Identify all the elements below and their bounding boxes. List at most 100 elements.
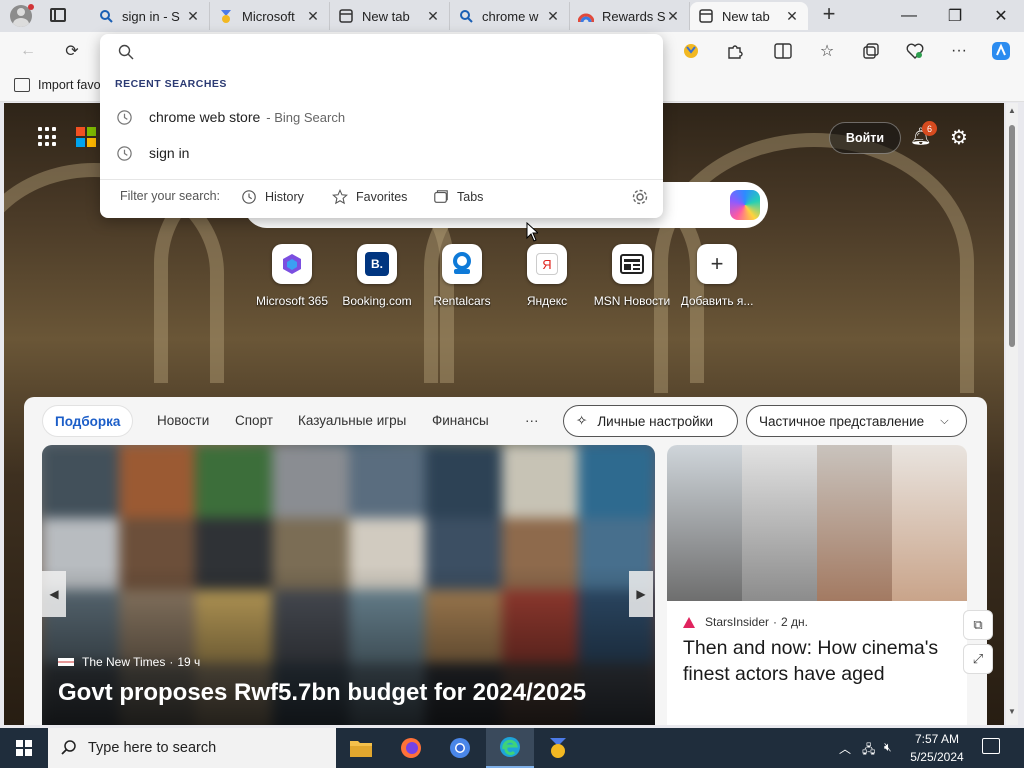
- tab-new-tab-1[interactable]: New tab ✕: [330, 2, 450, 30]
- feed-tab-sport[interactable]: Спорт: [235, 413, 273, 428]
- settings-gear-icon[interactable]: [631, 188, 649, 206]
- quick-link-yandex[interactable]: Я Яндекс: [504, 244, 590, 308]
- filter-favorites-button[interactable]: Favorites: [332, 186, 407, 208]
- split-screen-icon[interactable]: [771, 39, 795, 63]
- close-tab-icon[interactable]: ✕: [784, 8, 800, 25]
- tab-sign-in[interactable]: sign in - S ✕: [90, 2, 210, 30]
- notification-count-badge: 6: [922, 121, 937, 136]
- quick-link-booking[interactable]: B. Booking.com: [334, 244, 420, 308]
- refresh-icon[interactable]: ⟳: [60, 39, 84, 63]
- msn-news-icon: [612, 244, 652, 284]
- quick-link-microsoft-365[interactable]: Microsoft 365: [249, 244, 335, 308]
- yandex-icon: Я: [527, 244, 567, 284]
- rewards-toolbar-icon[interactable]: [679, 39, 703, 63]
- main-card-source: The New Times · 19 ч: [58, 655, 200, 669]
- browser-essentials-icon[interactable]: [903, 39, 927, 63]
- new-tab-plus-icon[interactable]: +: [818, 3, 840, 26]
- scroll-up-icon[interactable]: ▲: [1007, 106, 1017, 115]
- sparkle-icon: ✧: [576, 413, 588, 428]
- copilot-icon[interactable]: [730, 190, 760, 220]
- file-explorer-icon[interactable]: [337, 728, 385, 768]
- microsoft-rewards-taskbar-icon[interactable]: [534, 728, 582, 768]
- filter-history-button[interactable]: History: [241, 186, 304, 208]
- action-center-icon[interactable]: [982, 738, 1000, 754]
- feed-tab-finance[interactable]: Финансы: [432, 413, 489, 428]
- side-card-headline[interactable]: Then and now: How cinema's finest actors…: [683, 635, 959, 687]
- feed-tab-casual-games[interactable]: Казуальные игры: [298, 413, 406, 428]
- filter-label: Filter your search:: [120, 189, 221, 203]
- favorites-star-icon[interactable]: ☆: [815, 39, 839, 63]
- card-image: [667, 445, 967, 601]
- close-tab-icon[interactable]: ✕: [305, 8, 321, 25]
- tab-actions-icon[interactable]: [50, 8, 66, 22]
- close-tab-icon[interactable]: ✕: [425, 8, 441, 25]
- expand-icon[interactable]: ⤢: [963, 644, 993, 674]
- sign-in-button[interactable]: Войти: [829, 122, 901, 154]
- copilot-sidebar-icon[interactable]: [989, 39, 1013, 63]
- main-news-card[interactable]: ◀ ▶ The New Times · 19 ч Govt proposes R…: [42, 445, 655, 725]
- tab-rewards[interactable]: Rewards S ✕: [570, 2, 690, 30]
- address-bar-input[interactable]: [144, 42, 644, 64]
- microsoft-rewards-icon: [218, 8, 234, 24]
- page-scrollbar[interactable]: ▲ ▼: [1006, 103, 1018, 725]
- firefox-icon[interactable]: [387, 728, 435, 768]
- show-hidden-icons-chevron-icon[interactable]: ︿: [839, 740, 851, 757]
- tab-new-tab-active[interactable]: New tab ✕: [690, 2, 808, 30]
- news-feed: Подборка Новости Спорт Казуальные игры Ф…: [24, 397, 987, 725]
- personalize-button[interactable]: ✧ Личные настройки: [563, 405, 738, 437]
- side-news-card[interactable]: StarsInsider · 2 дн. Then and now: How c…: [667, 445, 967, 725]
- back-arrow-icon[interactable]: ←: [16, 39, 40, 63]
- more-menu-icon[interactable]: ···: [947, 39, 971, 63]
- close-window-icon[interactable]: ✕: [978, 0, 1024, 32]
- quick-link-add-site[interactable]: + Добавить я...: [674, 244, 760, 308]
- minimize-icon[interactable]: —: [886, 0, 932, 32]
- source-logo: [58, 658, 74, 666]
- feed-view-dropdown[interactable]: Частичное представление ⌵: [746, 405, 967, 437]
- scrollbar-thumb[interactable]: [1009, 125, 1015, 347]
- search-icon: [61, 740, 76, 755]
- divider: [100, 179, 663, 180]
- feed-tab-selected[interactable]: Подборка: [42, 405, 134, 437]
- collections-icon[interactable]: [859, 39, 883, 63]
- carousel-prev-icon[interactable]: ◀: [42, 571, 66, 617]
- page-settings-gear-icon[interactable]: ⚙: [950, 125, 972, 149]
- bing-search-icon: [458, 8, 474, 24]
- main-card-headline[interactable]: Govt proposes Rwf5.7bn budget for 2024/2…: [58, 679, 586, 707]
- close-tab-icon[interactable]: ✕: [185, 8, 201, 25]
- feed-more-icon[interactable]: ···: [525, 413, 539, 428]
- windows-taskbar: Type here to search ︿ 🖧︎ 🔇︎ 7:57 AM 5/25…: [0, 728, 1024, 768]
- carousel-next-icon[interactable]: ▶: [629, 571, 653, 617]
- chrome-icon[interactable]: [436, 728, 484, 768]
- new-tab-icon: [698, 8, 714, 24]
- feedback-icon[interactable]: ⧉: [963, 610, 993, 640]
- extensions-icon[interactable]: [723, 39, 747, 63]
- search-icon: [118, 44, 134, 60]
- close-tab-icon[interactable]: ✕: [665, 8, 681, 25]
- network-icon[interactable]: 🖧︎: [862, 740, 875, 761]
- quick-link-msn-news[interactable]: MSN Новости: [589, 244, 675, 308]
- recent-search-item[interactable]: sign in: [100, 136, 663, 170]
- system-clock[interactable]: 7:57 AM 5/25/2024: [904, 730, 970, 766]
- restore-icon[interactable]: ❐: [932, 0, 978, 32]
- booking-icon: B.: [357, 244, 397, 284]
- star-icon: [332, 189, 348, 205]
- app-launcher-icon[interactable]: [38, 127, 58, 147]
- tab-chrome-web-store[interactable]: chrome w ✕: [450, 2, 570, 30]
- close-tab-icon[interactable]: ✕: [545, 8, 561, 25]
- edge-icon[interactable]: [486, 728, 534, 768]
- history-clock-icon: [117, 109, 132, 125]
- scroll-down-icon[interactable]: ▼: [1007, 707, 1017, 716]
- volume-muted-icon[interactable]: 🔇︎: [884, 740, 892, 755]
- start-button[interactable]: [0, 728, 48, 768]
- recent-search-item[interactable]: chrome web store - Bing Search: [100, 100, 663, 134]
- recent-searches-heading: RECENT SEARCHES: [115, 78, 227, 90]
- profile-notification-dot: [28, 4, 34, 10]
- tab-microsoft[interactable]: Microsoft ✕: [210, 2, 330, 30]
- feed-tab-news[interactable]: Новости: [157, 413, 209, 428]
- bing-search-icon: [98, 8, 114, 24]
- taskbar-search-box[interactable]: Type here to search: [48, 728, 336, 768]
- import-favorites-button[interactable]: Import favo: [14, 78, 101, 92]
- filter-tabs-button[interactable]: Tabs: [433, 186, 483, 208]
- add-icon: +: [697, 244, 737, 284]
- quick-link-rentalcars[interactable]: Rentalcars: [419, 244, 505, 308]
